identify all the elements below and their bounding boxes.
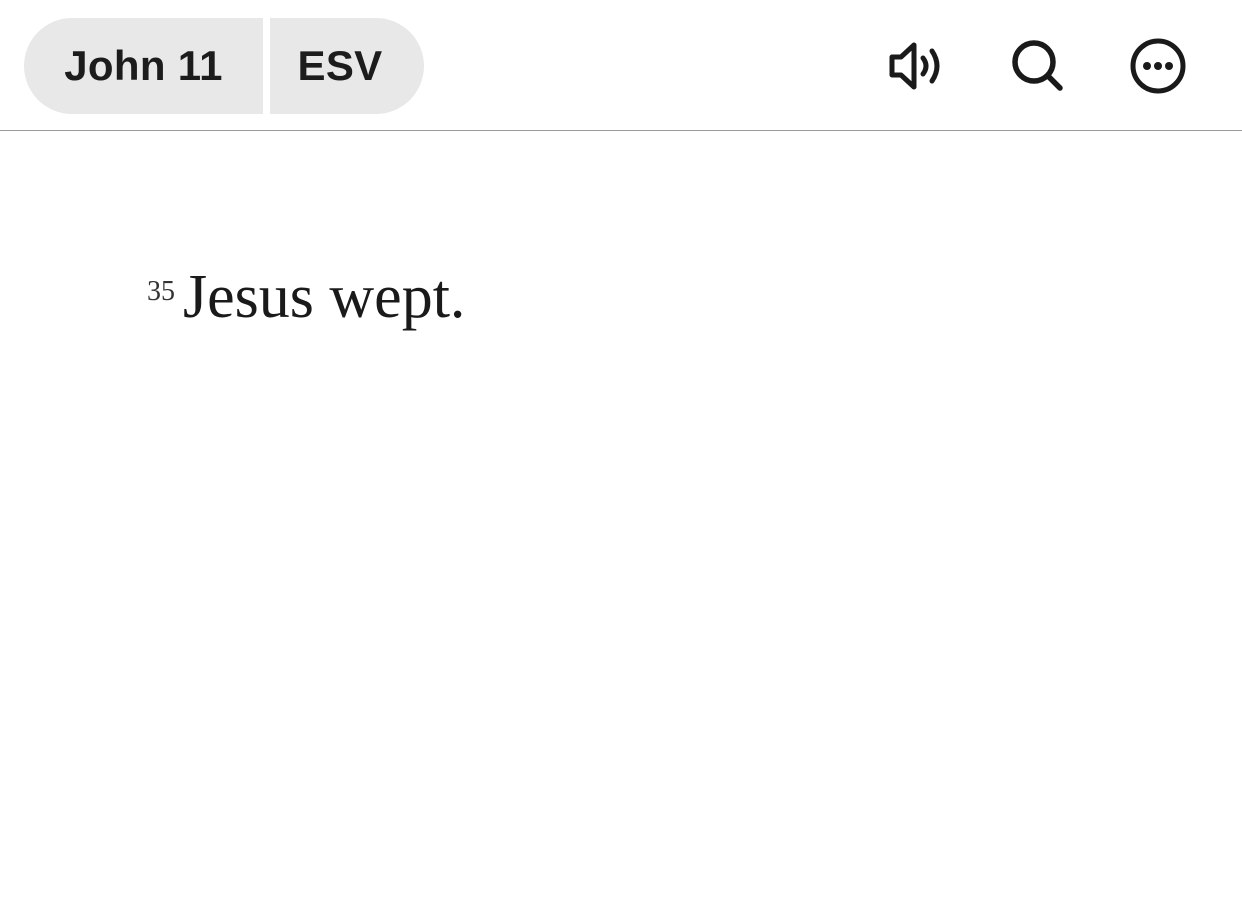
verse-number: 35	[147, 276, 175, 307]
more-ellipsis-icon	[1126, 34, 1190, 98]
audio-button[interactable]	[884, 34, 948, 98]
verse-text: Jesus wept.	[183, 263, 466, 331]
verse[interactable]: 35 Jesus wept.	[147, 262, 465, 333]
top-bar: John 11 ESV	[0, 0, 1242, 131]
speaker-wave-icon	[884, 34, 948, 98]
version-button[interactable]: ESV	[270, 18, 424, 114]
book-chapter-button[interactable]: John 11	[24, 18, 263, 114]
search-icon	[1006, 34, 1070, 98]
reference-selector: John 11 ESV	[24, 18, 424, 114]
more-options-button[interactable]	[1126, 34, 1190, 98]
search-button[interactable]	[1006, 34, 1070, 98]
